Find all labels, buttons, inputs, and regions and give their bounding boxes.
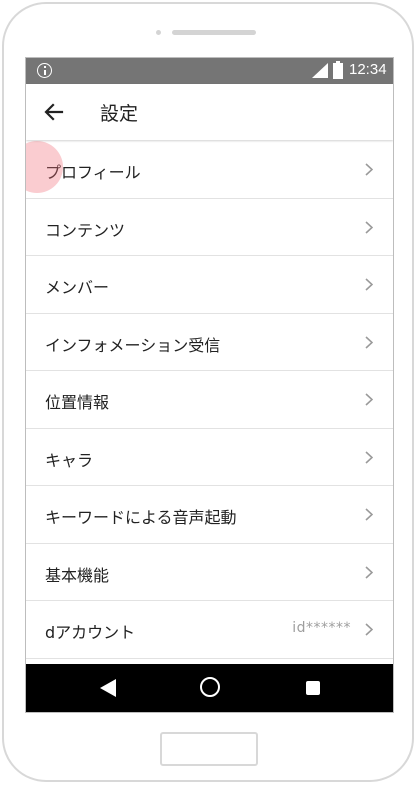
battery-icon <box>333 61 343 79</box>
settings-item-label: dアカウント <box>45 623 136 642</box>
nav-home-icon[interactable] <box>200 677 220 697</box>
chevron-right-icon <box>365 565 373 579</box>
status-time: 12:34 <box>349 61 387 78</box>
app-bar: 設定 <box>26 84 393 140</box>
navigation-bar <box>26 664 393 712</box>
chevron-right-icon <box>365 623 373 636</box>
settings-item-character[interactable]: キャラ <box>26 428 393 486</box>
settings-item-contents[interactable]: コンテンツ <box>26 198 393 256</box>
settings-item-members[interactable]: メンバー <box>26 256 393 314</box>
hardware-home-button <box>160 732 258 766</box>
settings-item-label: キーワードによる音声起動 <box>45 508 237 527</box>
settings-item-label: コンテンツ <box>45 220 126 240</box>
chevron-right-icon <box>365 163 373 176</box>
info-icon <box>37 63 52 78</box>
chevron-right-icon <box>365 220 373 234</box>
settings-item-label: インフォメーション受信 <box>45 335 221 355</box>
earpiece-speaker <box>172 30 256 35</box>
nav-back-icon[interactable] <box>99 679 117 697</box>
status-bar: 12:34 <box>26 58 393 84</box>
phone-screen: 12:34 設定 プロフィール コンテンツ メンバー インフォメーション受信 位… <box>25 57 394 713</box>
settings-item-label: 位置情報 <box>45 393 110 412</box>
page-title: 設定 <box>100 103 139 125</box>
settings-item-basic-functions[interactable]: 基本機能 <box>26 543 393 601</box>
signal-icon <box>312 63 328 78</box>
back-arrow-icon[interactable] <box>44 102 64 122</box>
settings-item-voice-activation[interactable]: キーワードによる音声起動 <box>26 486 393 544</box>
chevron-right-icon <box>365 278 373 291</box>
front-camera <box>156 30 161 35</box>
settings-item-label: プロフィール <box>45 163 141 182</box>
settings-item-label: キャラ <box>45 450 94 470</box>
nav-recents-icon[interactable] <box>306 681 320 695</box>
account-id-value: id****** <box>292 620 351 636</box>
settings-item-location[interactable]: 位置情報 <box>26 371 393 429</box>
settings-item-label: 基本機能 <box>45 565 110 585</box>
chevron-right-icon <box>365 450 373 464</box>
chevron-right-icon <box>365 335 373 349</box>
chevron-right-icon <box>365 393 373 406</box>
settings-item-information[interactable]: インフォメーション受信 <box>26 313 393 371</box>
settings-item-label: メンバー <box>45 278 110 297</box>
settings-list: プロフィール コンテンツ メンバー インフォメーション受信 位置情報 キャラ キ… <box>26 141 393 659</box>
settings-item-d-account[interactable]: dアカウント id****** <box>26 601 393 659</box>
settings-item-profile[interactable]: プロフィール <box>26 141 393 199</box>
chevron-right-icon <box>365 508 373 521</box>
